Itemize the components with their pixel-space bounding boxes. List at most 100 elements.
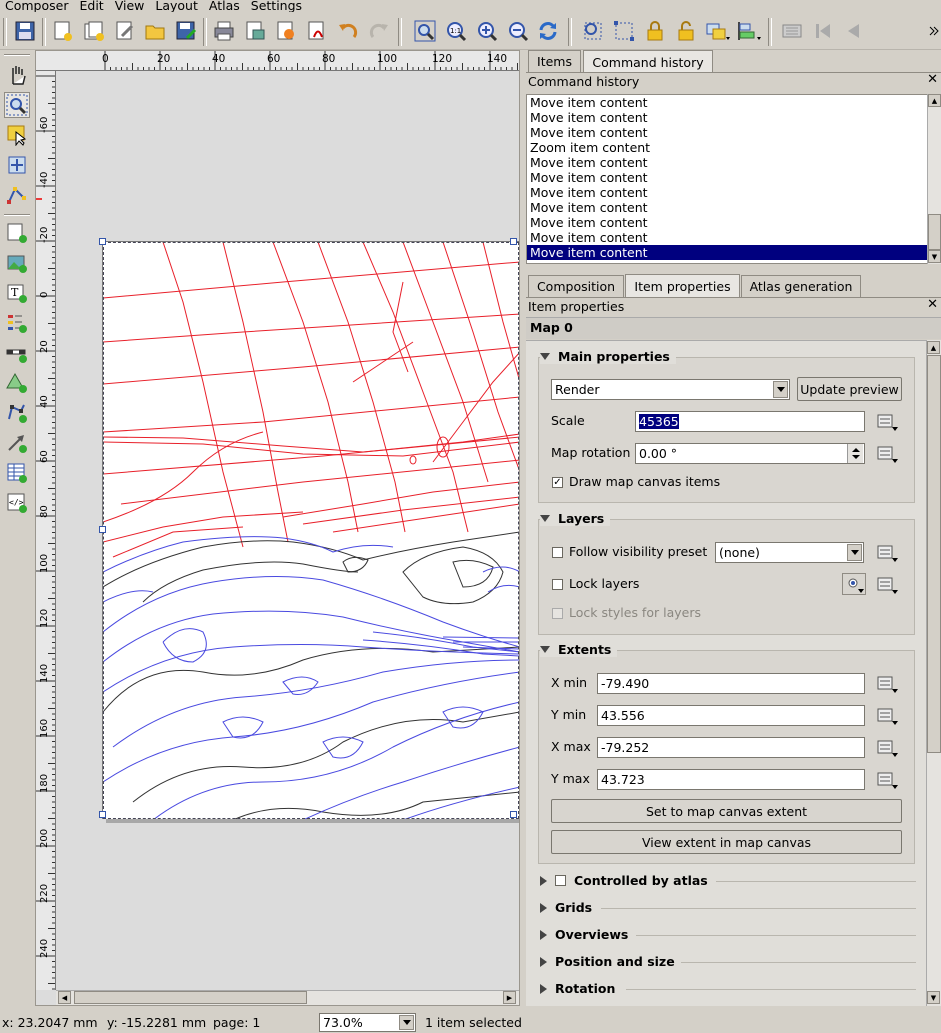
- history-row[interactable]: Move item content: [527, 200, 927, 215]
- main-properties-header[interactable]: Main properties: [540, 349, 676, 364]
- horizontal-ruler[interactable]: 0 20 40 60 80 100 120 140: [36, 51, 519, 71]
- extents-header[interactable]: Extents: [540, 642, 618, 657]
- toolbar-handle[interactable]: [3, 18, 7, 46]
- export-svg-icon[interactable]: [273, 18, 299, 44]
- scroll-up-button[interactable]: ▲: [928, 94, 941, 107]
- preset-select[interactable]: (none): [715, 542, 864, 563]
- zoom-out-icon[interactable]: [505, 18, 531, 44]
- ymax-input[interactable]: 43.723: [597, 769, 865, 790]
- tab-items[interactable]: Items: [528, 50, 581, 72]
- save-template-icon[interactable]: [173, 18, 199, 44]
- unlock-icon[interactable]: [673, 18, 699, 44]
- render-mode-select[interactable]: Render: [551, 379, 790, 400]
- history-row[interactable]: Move item content: [527, 170, 927, 185]
- add-image-icon[interactable]: [4, 250, 30, 276]
- redo-icon[interactable]: [366, 18, 392, 44]
- history-row[interactable]: Move item content: [527, 125, 927, 140]
- lock-styles-checkbox[interactable]: [552, 608, 563, 619]
- zoom-select[interactable]: 73.0%: [319, 1013, 416, 1032]
- scroll-down-button[interactable]: ▼: [928, 250, 941, 263]
- tab-item-properties[interactable]: Item properties: [625, 274, 740, 297]
- select-move-item-icon[interactable]: [4, 122, 30, 148]
- data-defined-icon[interactable]: [877, 706, 899, 726]
- data-defined-icon[interactable]: [877, 575, 899, 595]
- history-row[interactable]: Move item content: [527, 155, 927, 170]
- save-icon[interactable]: [12, 18, 38, 44]
- rotation-spinner[interactable]: [847, 444, 863, 463]
- duplicate-composer-icon[interactable]: [81, 18, 107, 44]
- menu-composer[interactable]: Composer: [0, 0, 74, 12]
- data-defined-icon[interactable]: [877, 444, 899, 464]
- history-list[interactable]: Move item content Move item content Move…: [526, 94, 928, 264]
- overviews-header[interactable]: Overviews: [540, 927, 635, 942]
- resize-handle[interactable]: [99, 238, 106, 245]
- close-icon[interactable]: ✕: [927, 72, 938, 87]
- add-scalebar-icon[interactable]: [4, 340, 30, 366]
- history-scrollbar[interactable]: ▲ ▼: [927, 94, 941, 264]
- scroll-thumb[interactable]: [928, 214, 941, 250]
- more-icon[interactable]: [928, 18, 940, 44]
- add-shape-icon[interactable]: [4, 370, 30, 396]
- controlled-atlas-checkbox[interactable]: [555, 875, 566, 886]
- visibility-presets-icon[interactable]: [842, 573, 866, 595]
- horizontal-scrollbar[interactable]: ◀ ▶: [56, 990, 519, 1005]
- zoom-actual-icon[interactable]: 1:1: [443, 18, 469, 44]
- add-html-icon[interactable]: </>: [4, 490, 30, 516]
- export-pdf-icon[interactable]: [304, 18, 330, 44]
- rotation-input[interactable]: 0.00 °: [635, 443, 865, 464]
- xmin-input[interactable]: -79.490: [597, 673, 865, 694]
- deselect-icon[interactable]: [611, 18, 637, 44]
- history-row[interactable]: Move item content: [527, 95, 927, 110]
- align-icon[interactable]: [736, 18, 762, 44]
- move-item-content-icon[interactable]: [4, 152, 30, 178]
- data-defined-icon[interactable]: [877, 738, 899, 758]
- draw-canvas-items-checkbox[interactable]: ✓: [552, 477, 563, 488]
- history-row-selected[interactable]: Move item content: [527, 245, 927, 260]
- composer-manager-icon[interactable]: [112, 18, 138, 44]
- data-defined-icon[interactable]: [877, 674, 899, 694]
- menu-settings[interactable]: Settings: [246, 0, 308, 12]
- add-map-icon[interactable]: [4, 220, 30, 246]
- add-label-icon[interactable]: T: [4, 280, 30, 306]
- menu-atlas[interactable]: Atlas: [204, 0, 246, 12]
- pan-icon[interactable]: [4, 62, 30, 88]
- resize-handle[interactable]: [510, 811, 517, 818]
- history-row[interactable]: Move item content: [527, 230, 927, 245]
- resize-handle[interactable]: [510, 238, 517, 245]
- follow-preset-checkbox[interactable]: [552, 547, 563, 558]
- xmax-input[interactable]: -79.252: [597, 737, 865, 758]
- edit-nodes-icon[interactable]: [4, 182, 30, 208]
- history-row[interactable]: Move item content: [527, 185, 927, 200]
- position-size-header[interactable]: Position and size: [540, 954, 681, 969]
- properties-scrollbar[interactable]: ▲ ▼: [926, 340, 941, 1006]
- map-item[interactable]: [102, 241, 519, 819]
- resize-handle[interactable]: [99, 811, 106, 818]
- lock-layers-checkbox[interactable]: [552, 579, 563, 590]
- zoom-tool-icon[interactable]: [4, 92, 30, 118]
- first-feature-icon[interactable]: [810, 18, 836, 44]
- lock-icon[interactable]: [642, 18, 668, 44]
- refresh-icon[interactable]: [535, 18, 561, 44]
- add-arrow-icon[interactable]: [4, 430, 30, 456]
- zoom-in-icon[interactable]: [474, 18, 500, 44]
- undo-icon[interactable]: [335, 18, 361, 44]
- update-preview-button[interactable]: Update preview: [797, 377, 902, 401]
- history-row[interactable]: Move item content: [527, 110, 927, 125]
- view-extent-button[interactable]: View extent in map canvas: [551, 830, 902, 854]
- scroll-thumb[interactable]: [74, 991, 307, 1004]
- scroll-up-button[interactable]: ▲: [927, 341, 940, 354]
- new-composer-icon[interactable]: [50, 18, 76, 44]
- controlled-atlas-header[interactable]: Controlled by atlas: [540, 873, 714, 888]
- print-icon[interactable]: [211, 18, 237, 44]
- scroll-down-button[interactable]: ▼: [927, 991, 940, 1004]
- add-legend-icon[interactable]: [4, 310, 30, 336]
- group-icon[interactable]: [705, 18, 731, 44]
- tab-atlas-generation[interactable]: Atlas generation: [741, 275, 861, 297]
- menu-layout[interactable]: Layout: [150, 0, 204, 12]
- history-row[interactable]: Move item content: [527, 215, 927, 230]
- export-image-icon[interactable]: [242, 18, 268, 44]
- data-defined-icon[interactable]: [877, 770, 899, 790]
- scroll-left-button[interactable]: ◀: [58, 991, 71, 1004]
- set-canvas-extent-button[interactable]: Set to map canvas extent: [551, 799, 902, 823]
- select-all-icon[interactable]: [580, 18, 606, 44]
